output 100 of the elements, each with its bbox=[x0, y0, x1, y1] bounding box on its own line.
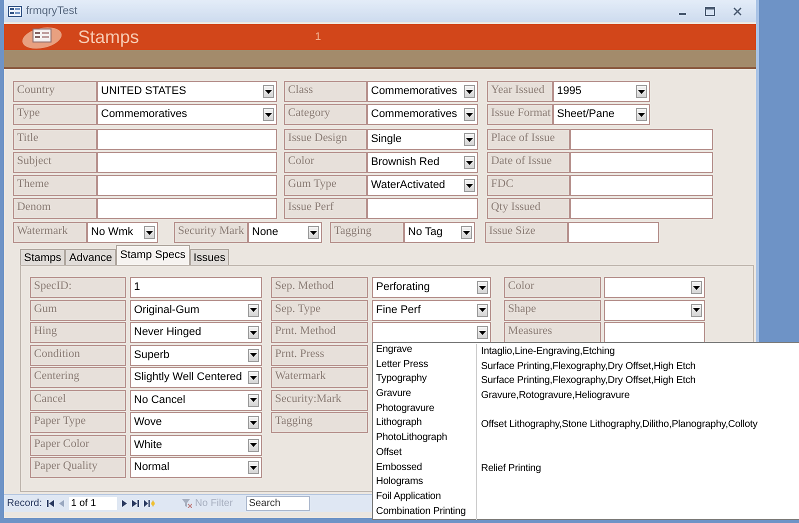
combo-box[interactable]: Brownish Red bbox=[367, 152, 478, 173]
list-option[interactable]: Foil Application bbox=[373, 490, 477, 506]
field-label: Year Issued bbox=[487, 81, 553, 102]
combo-box[interactable]: 1995 bbox=[553, 81, 650, 102]
field-label: Sep. Type bbox=[271, 300, 368, 320]
field-label: Watermark bbox=[13, 222, 87, 243]
field-label: Prnt. Press bbox=[271, 344, 368, 366]
combo-box[interactable]: UNITED STATES bbox=[97, 81, 277, 102]
list-option[interactable]: Holograms bbox=[373, 476, 477, 491]
text-field[interactable] bbox=[97, 198, 277, 219]
field-label: Shape bbox=[504, 300, 601, 320]
field-label: Gum Type bbox=[284, 175, 367, 196]
combo-box[interactable]: Never Hinged bbox=[130, 322, 262, 343]
list-option[interactable]: PhotoLithograph bbox=[373, 432, 477, 447]
tab[interactable]: Stamp Specs bbox=[116, 245, 190, 265]
field-label: Title bbox=[13, 129, 97, 150]
field-label: Prnt. Method bbox=[271, 322, 368, 343]
list-option[interactable]: Gravure bbox=[373, 388, 477, 403]
combo-box[interactable]: Wove bbox=[130, 412, 262, 433]
field-label: Security:Mark bbox=[271, 390, 368, 410]
combo-box[interactable]: Single bbox=[367, 129, 478, 150]
tab[interactable]: Stamps bbox=[20, 249, 66, 265]
combo-box[interactable]: Sheet/Pane bbox=[553, 104, 650, 125]
next-record-icon[interactable] bbox=[122, 500, 128, 507]
list-option[interactable]: Lithograph bbox=[373, 417, 477, 432]
field-label: Theme bbox=[13, 175, 97, 196]
combo-box[interactable]: Fine Perf bbox=[372, 300, 491, 320]
field-label: Date of Issue bbox=[487, 152, 570, 173]
field-label: Tagging bbox=[271, 412, 368, 433]
option-description: Intaglio,Line-Engraving,Etching bbox=[480, 346, 615, 357]
list-option[interactable]: Letter Press bbox=[373, 358, 477, 374]
combo-box[interactable]: No Cancel bbox=[130, 390, 262, 410]
maximize-icon[interactable] bbox=[705, 6, 715, 16]
text-field[interactable] bbox=[97, 175, 277, 196]
combo-box[interactable]: None bbox=[248, 222, 322, 243]
text-field[interactable] bbox=[568, 222, 659, 243]
field-label: Color bbox=[504, 277, 601, 298]
list-option[interactable]: Engrave bbox=[373, 344, 477, 359]
field-label: Issue Design bbox=[284, 129, 367, 150]
field-label: Issue Perf bbox=[284, 198, 367, 219]
text-field[interactable] bbox=[97, 152, 277, 173]
close-icon[interactable] bbox=[733, 6, 742, 16]
field-label: Type bbox=[13, 104, 97, 125]
combo-box[interactable]: White bbox=[130, 434, 262, 456]
combo-box[interactable]: WaterActivated bbox=[367, 175, 478, 196]
text-field[interactable]: 1 bbox=[130, 277, 262, 298]
combo-box[interactable]: Commemoratives bbox=[97, 104, 277, 125]
combo-box[interactable]: Slightly Well Centered bbox=[130, 367, 262, 388]
list-option[interactable]: Offset bbox=[373, 446, 477, 462]
list-option[interactable]: Typography bbox=[373, 373, 477, 388]
field-label: Gum bbox=[30, 300, 126, 320]
field-label: Place of Issue bbox=[487, 129, 570, 150]
tab[interactable]: Advance bbox=[65, 249, 116, 265]
text-field[interactable] bbox=[570, 129, 713, 150]
field-label: Measures bbox=[504, 322, 601, 343]
text-field[interactable] bbox=[570, 152, 713, 173]
field-label: Watermark bbox=[271, 367, 368, 388]
field-label: Sep. Method bbox=[271, 277, 368, 298]
list-option[interactable]: Combination Printing bbox=[373, 506, 477, 520]
text-field[interactable] bbox=[570, 198, 713, 219]
list-option[interactable]: Embossed bbox=[373, 462, 477, 476]
new-record-icon[interactable] bbox=[144, 500, 156, 508]
last-record-icon[interactable] bbox=[132, 500, 140, 507]
record-position-field[interactable]: 1 of 1 bbox=[69, 497, 118, 510]
combo-box[interactable]: Original-Gum bbox=[130, 300, 262, 320]
text-field[interactable] bbox=[97, 129, 277, 150]
tab[interactable]: Issues bbox=[190, 249, 230, 265]
field-label: Class bbox=[284, 81, 367, 102]
text-field[interactable] bbox=[367, 198, 478, 219]
first-record-icon[interactable] bbox=[47, 500, 54, 507]
combo-box[interactable]: Superb bbox=[130, 344, 262, 366]
option-description: Surface Printing,Flexography,Dry Offset,High Etch bbox=[480, 375, 696, 386]
field-label: Paper Quality bbox=[30, 457, 126, 478]
combo-box[interactable]: No Wmk bbox=[87, 222, 158, 243]
field-label: Country bbox=[13, 81, 97, 102]
field-label: Paper Type bbox=[30, 412, 126, 433]
field-label: FDC bbox=[487, 175, 570, 196]
field-label: Security Mark bbox=[174, 222, 248, 243]
combo-box[interactable]: Commemoratives bbox=[367, 104, 478, 125]
combo-box[interactable]: Normal bbox=[130, 457, 262, 478]
field-label: SpecID: bbox=[30, 277, 126, 298]
field-label: Tagging bbox=[330, 222, 404, 243]
combo-box[interactable]: Commemoratives bbox=[367, 81, 478, 102]
field-label: Color bbox=[284, 152, 367, 173]
record-label: Record: bbox=[7, 498, 42, 509]
text-field[interactable] bbox=[570, 175, 713, 196]
field-label: Condition bbox=[30, 344, 126, 366]
field-label: Paper Color bbox=[30, 434, 126, 456]
text-field[interactable] bbox=[604, 322, 705, 343]
list-option[interactable]: Photogravure bbox=[373, 402, 477, 418]
field-label: Qty Issued bbox=[487, 198, 570, 219]
search-field[interactable]: Search bbox=[246, 496, 310, 511]
filter-icon bbox=[182, 499, 192, 508]
window-title: frmqryTest bbox=[26, 5, 78, 17]
combo-box[interactable]: Perforating bbox=[372, 277, 491, 298]
option-description: Relief Printing bbox=[480, 463, 542, 474]
field-label: Centering bbox=[30, 367, 126, 388]
combo-box[interactable]: No Tag bbox=[404, 222, 475, 243]
option-description: Offset Lithography,Stone Lithography,Dilitho,Planography,Colloty bbox=[480, 419, 758, 430]
field-label: Denom bbox=[13, 198, 97, 219]
